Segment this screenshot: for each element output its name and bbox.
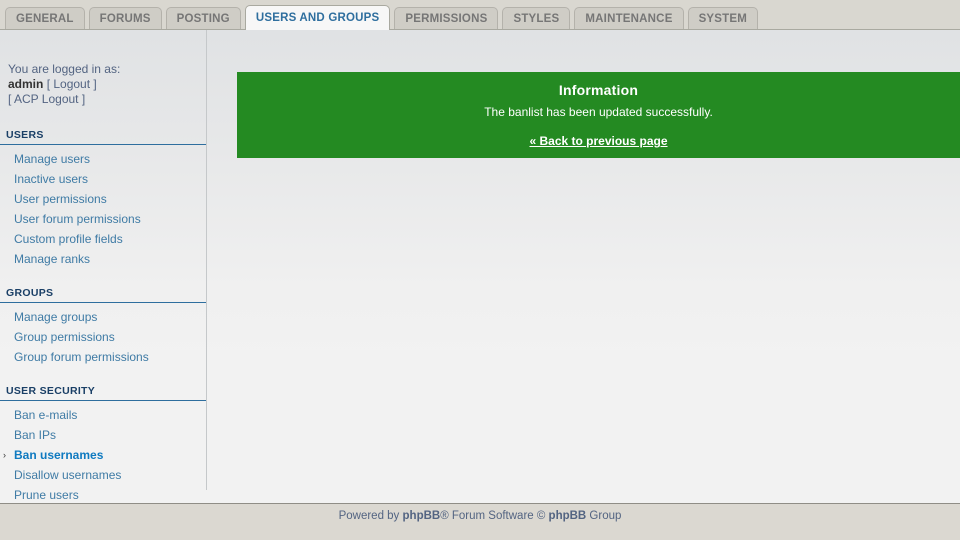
sidebar-item-label[interactable]: Ban IPs xyxy=(14,428,56,442)
sidebar-item-disallow-usernames[interactable]: Disallow usernames xyxy=(0,465,206,485)
sidebar-item-label[interactable]: Custom profile fields xyxy=(14,232,123,246)
tab-list: GENERAL FORUMS POSTING USERS AND GROUPS PERM… xyxy=(5,5,759,30)
sidebar-item-label[interactable]: Prune users xyxy=(14,488,79,502)
page-body: You are logged in as: admin [ Logout ] [… xyxy=(0,30,960,503)
acp-logout-line: [ ACP Logout ] xyxy=(8,92,206,107)
sidebar-item-label[interactable]: Ban e-mails xyxy=(14,408,77,422)
sidebar-item-list: Manage groups Group permissions Group foru… xyxy=(0,303,206,367)
sidebar-item-ban-e-mails[interactable]: Ban e-mails xyxy=(0,405,206,425)
acp-logout-link[interactable]: [ ACP Logout ] xyxy=(8,92,85,106)
sidebar-item-label[interactable]: Disallow usernames xyxy=(14,468,121,482)
sidebar-item-list: Manage users Inactive users User permissio… xyxy=(0,145,206,269)
sidebar-item-label[interactable]: User permissions xyxy=(14,192,107,206)
tab-maintenance[interactable]: MAINTENANCE xyxy=(574,7,684,29)
tab-users-and-groups[interactable]: USERS AND GROUPS xyxy=(244,5,391,30)
sidebar-group-users: USERS Manage users Inactive users User perm… xyxy=(0,129,206,269)
footer-prefix: Powered by xyxy=(338,510,403,522)
tab-posting[interactable]: POSTING xyxy=(165,7,241,29)
sidebar-group-heading: USERS xyxy=(0,129,206,145)
information-box: Information The banlist has been updated… xyxy=(237,72,960,158)
tab-permissions[interactable]: PERMISSIONS xyxy=(394,7,499,29)
sidebar-item-label[interactable]: Inactive users xyxy=(14,172,88,186)
tab-general[interactable]: GENERAL xyxy=(5,7,85,29)
sidebar-nav: USERS Manage users Inactive users User perm… xyxy=(0,129,206,503)
sidebar-group-heading: USER SECURITY xyxy=(0,385,206,401)
sidebar-item-label[interactable]: Group forum permissions xyxy=(14,350,149,364)
sidebar-item-label[interactable]: Group permissions xyxy=(14,330,115,344)
footer-suffix: ® Forum Software © xyxy=(440,510,549,522)
sidebar-item-ban-usernames[interactable]: › Ban usernames xyxy=(0,445,206,465)
footer-suffix-2: Group xyxy=(586,510,622,522)
back-link-wrap: « Back to previous page xyxy=(237,134,960,148)
tab-styles[interactable]: STYLES xyxy=(502,7,571,29)
login-intro: You are logged in as: xyxy=(8,62,121,76)
sidebar: You are logged in as: admin [ Logout ] [… xyxy=(0,30,207,502)
footer-brand: phpBB xyxy=(402,510,441,522)
sidebar-item-label[interactable]: Manage ranks xyxy=(14,252,90,266)
sidebar-item-custom-profile-fields[interactable]: Custom profile fields xyxy=(0,229,206,249)
back-to-previous-page-link[interactable]: « Back to previous page xyxy=(529,134,667,148)
tab-system[interactable]: SYSTEM xyxy=(687,7,759,29)
sidebar-item-inactive-users[interactable]: Inactive users xyxy=(0,169,206,189)
sidebar-item-label[interactable]: Ban usernames xyxy=(14,448,103,462)
logout-link[interactable]: [ Logout ] xyxy=(47,77,97,91)
sidebar-group-groups: GROUPS Manage groups Group permissions Grou… xyxy=(0,287,206,367)
primary-tab-bar: GENERAL FORUMS POSTING USERS AND GROUPS PERM… xyxy=(0,0,960,30)
sidebar-item-list: Ban e-mails Ban IPs › Ban usernames Disallow… xyxy=(0,401,206,503)
sidebar-group-heading: GROUPS xyxy=(0,287,206,303)
login-user-line: admin [ Logout ] xyxy=(8,77,206,92)
login-username: admin xyxy=(8,77,44,91)
sidebar-item-manage-groups[interactable]: Manage groups xyxy=(0,307,206,327)
content-area: Information The banlist has been updated… xyxy=(208,30,960,503)
sidebar-item-prune-users[interactable]: Prune users xyxy=(0,485,206,503)
footer-brand-2: phpBB xyxy=(548,510,587,522)
sidebar-item-label[interactable]: Manage groups xyxy=(14,310,97,324)
login-status: You are logged in as: admin [ Logout ] [… xyxy=(0,30,206,107)
page-footer: Powered by phpBB® Forum Software © phpBB… xyxy=(0,503,960,540)
tab-forums[interactable]: FORUMS xyxy=(88,7,162,29)
sidebar-item-user-permissions[interactable]: User permissions xyxy=(0,189,206,209)
sidebar-item-label[interactable]: User forum permissions xyxy=(14,212,141,226)
information-message: The banlist has been updated successfull… xyxy=(484,105,713,119)
sidebar-item-label[interactable]: Manage users xyxy=(14,152,90,166)
information-title: Information xyxy=(558,82,639,98)
sidebar-group-user-security: USER SECURITY Ban e-mails Ban IPs › Ban user… xyxy=(0,385,206,503)
sidebar-item-group-permissions[interactable]: Group permissions xyxy=(0,327,206,347)
sidebar-item-manage-users[interactable]: Manage users xyxy=(0,149,206,169)
sidebar-item-manage-ranks[interactable]: Manage ranks xyxy=(0,249,206,269)
sidebar-item-ban-ips[interactable]: Ban IPs xyxy=(0,425,206,445)
chevron-right-icon: › xyxy=(3,450,6,460)
sidebar-item-user-forum-permissions[interactable]: User forum permissions xyxy=(0,209,206,229)
sidebar-item-group-forum-permissions[interactable]: Group forum permissions xyxy=(0,347,206,367)
